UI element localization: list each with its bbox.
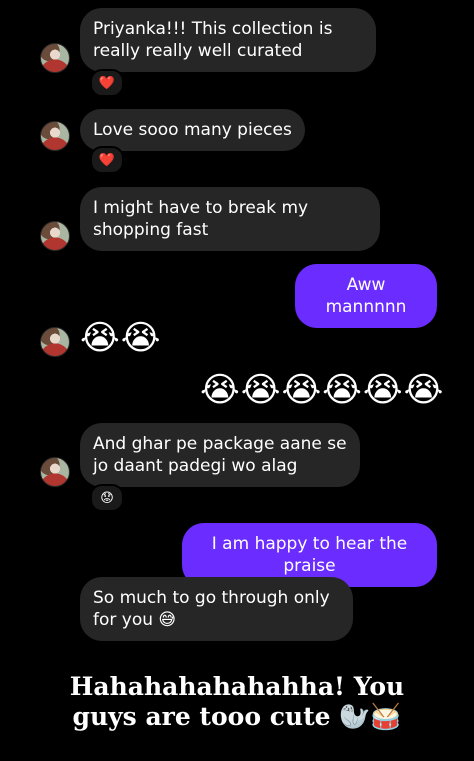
sender-avatar[interactable] xyxy=(40,43,70,73)
sender-avatar[interactable] xyxy=(40,121,70,151)
outgoing-emoji-message[interactable]: 😭😭😭😭😭😭 xyxy=(200,370,444,410)
incoming-message-bubble[interactable]: So much to go through only for you 😅 xyxy=(80,577,353,641)
message-text: Priyanka!!! This collection is really re… xyxy=(93,19,333,61)
outgoing-message-bubble[interactable]: Aww mannnnn xyxy=(295,264,437,328)
incoming-message-bubble[interactable]: And ghar pe package aane se jo daant pad… xyxy=(80,423,360,487)
message-text: So much to go through only for you 😅 xyxy=(93,588,330,630)
incoming-message-bubble[interactable]: I might have to break my shopping fast xyxy=(80,187,380,251)
crying-face-icon: 😭😭 xyxy=(80,318,162,358)
message-text: I might have to break my shopping fast xyxy=(93,198,309,240)
heart-reaction-icon[interactable]: ❤️ xyxy=(90,146,124,174)
crying-face-icon: 😭😭😭😭😭😭 xyxy=(200,370,445,410)
message-text: Love sooo many pieces xyxy=(93,120,292,140)
worried-face-reaction-icon[interactable]: 😟 xyxy=(90,484,124,512)
caption-line-1: Hahahahahahahha! You xyxy=(69,672,405,701)
message-text: And ghar pe package aane se jo daant pad… xyxy=(93,434,347,476)
message-text: Aww mannnnn xyxy=(325,275,407,317)
story-caption: Hahahahahahahha! You guys are tooo cute … xyxy=(0,672,474,732)
message-text: I am happy to hear the praise xyxy=(211,534,408,576)
caption-line-2: guys are tooo cute 🦭🥁 xyxy=(72,702,402,731)
sender-avatar[interactable] xyxy=(40,457,70,487)
incoming-emoji-message[interactable]: 😭😭 xyxy=(80,318,161,358)
sender-avatar[interactable] xyxy=(40,327,70,357)
incoming-message-bubble[interactable]: Priyanka!!! This collection is really re… xyxy=(80,8,376,72)
heart-reaction-icon[interactable]: ❤️ xyxy=(90,69,124,97)
incoming-message-bubble[interactable]: Love sooo many pieces xyxy=(80,109,305,151)
sender-avatar[interactable] xyxy=(40,221,70,251)
